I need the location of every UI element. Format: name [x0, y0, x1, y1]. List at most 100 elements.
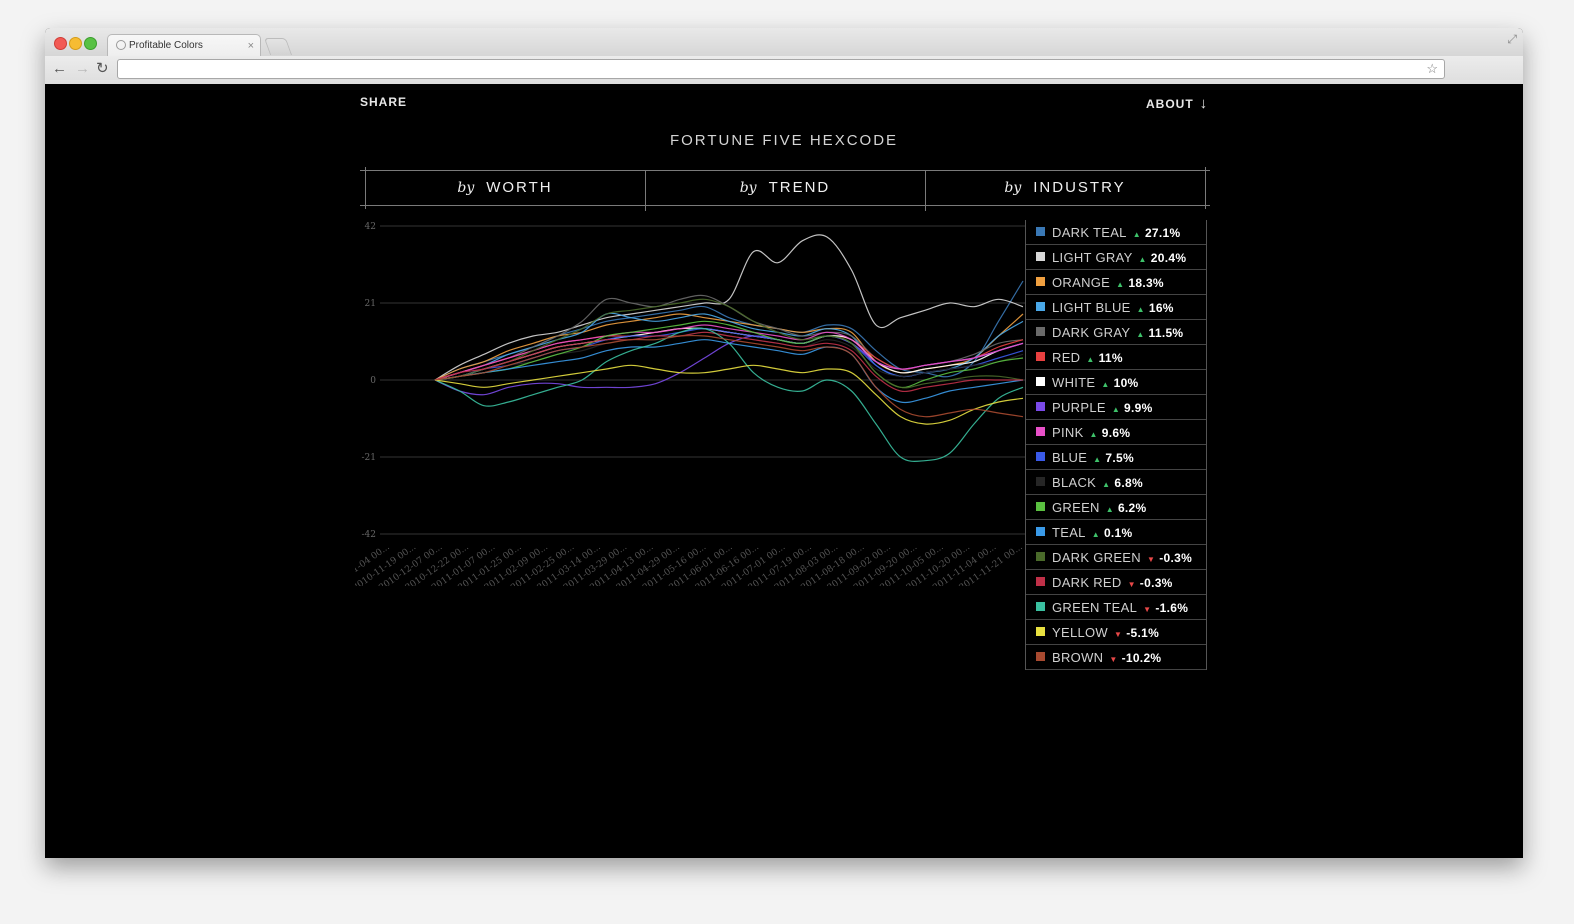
forward-arrow-icon[interactable]: →: [75, 60, 90, 78]
legend-item[interactable]: TEAL ▲ 0.1%: [1026, 520, 1206, 545]
legend-swatch: [1036, 627, 1045, 636]
tab-title: Profitable Colors: [129, 40, 203, 51]
browser-tab[interactable]: Profitable Colors ×: [107, 34, 261, 57]
legend-name: RED: [1052, 350, 1081, 365]
fullscreen-icon[interactable]: ⤢: [1507, 32, 1517, 47]
tab-industry[interactable]: by INDUSTRY: [925, 171, 1205, 205]
new-tab-button[interactable]: [263, 38, 293, 55]
legend-item[interactable]: DARK RED ▼ -0.3%: [1026, 570, 1206, 595]
tab-by-label: by: [457, 180, 475, 196]
legend-name: GREEN TEAL: [1052, 600, 1138, 615]
legend-swatch: [1036, 477, 1045, 486]
reload-icon[interactable]: ↻: [96, 60, 109, 78]
legend-name: DARK TEAL: [1052, 225, 1127, 240]
browser-toolbar: ← → ↻ ☆: [45, 56, 1523, 85]
address-bar[interactable]: ☆: [117, 59, 1445, 79]
legend-item[interactable]: DARK TEAL ▲ 27.1%: [1026, 220, 1206, 245]
tab-by-label: by: [1004, 180, 1022, 196]
triangle-down-icon: ▼: [1143, 605, 1152, 614]
tab-close-icon[interactable]: ×: [248, 35, 254, 57]
legend-percent: -0.3%: [1159, 551, 1193, 565]
triangle-up-icon: ▲: [1093, 455, 1102, 464]
legend-name: PURPLE: [1052, 400, 1106, 415]
legend-percent: 6.8%: [1114, 476, 1143, 490]
legend-swatch: [1036, 252, 1045, 261]
legend-item[interactable]: DARK GRAY ▲ 11.5%: [1026, 320, 1206, 345]
legend-entry: BLUE ▲ 7.5%: [1052, 446, 1134, 472]
legend-name: PINK: [1052, 425, 1084, 440]
y-tick-label: 42: [365, 222, 376, 232]
legend-entry: ORANGE ▲ 18.3%: [1052, 271, 1164, 297]
series-line: [434, 334, 1024, 418]
color-legend: DARK TEAL ▲ 27.1% LIGHT GRAY ▲ 20.4% ORANGE ▲ 18…: [1025, 220, 1207, 670]
series-line: [434, 327, 1024, 462]
legend-entry: RED ▲ 11%: [1052, 346, 1123, 372]
triangle-up-icon: ▲: [1111, 405, 1121, 414]
legend-percent: -5.1%: [1126, 626, 1160, 640]
series-line: [434, 320, 1024, 389]
legend-percent: 16%: [1148, 301, 1174, 315]
legend-percent: 10%: [1113, 376, 1139, 390]
legend-swatch: [1036, 302, 1045, 311]
page-content: SHARE ABOUT ↓ FORTUNE FIVE HEXCODE by WORT…: [45, 84, 1523, 858]
legend-item[interactable]: WHITE ▲ 10%: [1026, 370, 1206, 395]
legend-entry: PURPLE ▲ 9.9%: [1052, 396, 1153, 422]
legend-entry: DARK TEAL ▲ 27.1%: [1052, 221, 1180, 247]
triangle-up-icon: ▲: [1105, 505, 1114, 514]
tab-label: WORTH: [486, 179, 553, 196]
triangle-up-icon: ▲: [1138, 255, 1147, 264]
zoom-window-button[interactable]: [84, 37, 97, 50]
legend-name: ORANGE: [1052, 275, 1111, 290]
legend-item[interactable]: YELLOW ▼ -5.1%: [1026, 620, 1206, 645]
legend-item[interactable]: RED ▲ 11%: [1026, 345, 1206, 370]
legend-item[interactable]: BLACK ▲ 6.8%: [1026, 470, 1206, 495]
legend-name: TEAL: [1052, 525, 1086, 540]
minimize-window-button[interactable]: [69, 37, 82, 50]
legend-percent: -0.3%: [1139, 576, 1173, 590]
legend-item[interactable]: BLUE ▲ 7.5%: [1026, 445, 1206, 470]
legend-entry: DARK GREEN ▼ -0.3%: [1052, 546, 1192, 572]
legend-item[interactable]: DARK GREEN ▼ -0.3%: [1026, 545, 1206, 570]
legend-percent: -10.2%: [1121, 651, 1162, 665]
legend-item[interactable]: PURPLE ▲ 9.9%: [1026, 395, 1206, 420]
close-window-button[interactable]: [54, 37, 67, 50]
legend-swatch: [1036, 427, 1045, 436]
tab-label: INDUSTRY: [1033, 179, 1126, 196]
tab-worth[interactable]: by WORTH: [365, 171, 645, 205]
legend-item[interactable]: LIGHT BLUE ▲ 16%: [1026, 295, 1206, 320]
legend-percent: 9.6%: [1101, 426, 1131, 440]
legend-percent: 20.4%: [1150, 251, 1187, 265]
triangle-up-icon: ▲: [1136, 305, 1145, 314]
about-link[interactable]: ABOUT ↓: [1146, 95, 1208, 112]
legend-name: LIGHT BLUE: [1052, 300, 1131, 315]
legend-entry: TEAL ▲ 0.1%: [1052, 521, 1133, 547]
arrow-down-icon: ↓: [1199, 95, 1209, 112]
legend-entry: WHITE ▲ 10%: [1052, 371, 1139, 397]
legend-name: BLACK: [1052, 475, 1097, 490]
legend-item[interactable]: LIGHT GRAY ▲ 20.4%: [1026, 245, 1206, 270]
legend-item[interactable]: PINK ▲ 9.6%: [1026, 420, 1206, 445]
legend-name: YELLOW: [1052, 625, 1108, 640]
legend-item[interactable]: ORANGE ▲ 18.3%: [1026, 270, 1206, 295]
legend-swatch: [1036, 227, 1045, 236]
legend-entry: DARK GRAY ▲ 11.5%: [1052, 321, 1183, 347]
series-line: [434, 313, 1024, 381]
series-line: [434, 364, 1024, 425]
bookmark-star-icon[interactable]: ☆: [1426, 60, 1438, 78]
legend-name: BROWN: [1052, 650, 1104, 665]
tab-label: TREND: [768, 179, 831, 196]
legend-entry: BROWN ▼ -10.2%: [1052, 646, 1161, 672]
legend-item[interactable]: BROWN ▼ -10.2%: [1026, 645, 1206, 670]
tab-trend[interactable]: by TREND: [645, 171, 925, 205]
share-link[interactable]: SHARE: [360, 95, 407, 109]
legend-entry: LIGHT BLUE ▲ 16%: [1052, 296, 1174, 322]
y-tick-label: 0: [370, 376, 376, 386]
legend-item[interactable]: GREEN TEAL ▼ -1.6%: [1026, 595, 1206, 620]
back-arrow-icon[interactable]: ←: [52, 60, 67, 78]
legend-percent: 7.5%: [1105, 451, 1134, 465]
legend-item[interactable]: GREEN ▲ 6.2%: [1026, 495, 1206, 520]
legend-entry: YELLOW ▼ -5.1%: [1052, 621, 1159, 647]
legend-name: WHITE: [1052, 375, 1096, 390]
browser-window: Profitable Colors × ⤢ ← → ↻ ☆ SHARE ABOU…: [45, 28, 1523, 858]
legend-swatch: [1036, 502, 1045, 511]
